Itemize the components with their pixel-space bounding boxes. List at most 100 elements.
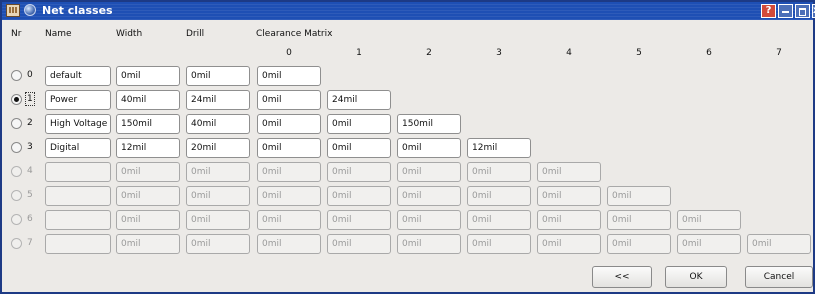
clearance-column-0: 0 [286, 48, 292, 58]
window-title: Net classes [42, 4, 113, 17]
back-button[interactable]: << [592, 266, 652, 288]
clearance-cell[interactable]: 0mil [257, 162, 321, 182]
clearance-column-7: 7 [776, 48, 782, 58]
clearance-cell[interactable]: 0mil [257, 138, 321, 158]
row-number: 6 [27, 214, 33, 224]
clearance-column-3: 3 [496, 48, 502, 58]
minimize-button[interactable] [778, 4, 793, 18]
clearance-cell[interactable]: 150mil [397, 114, 461, 134]
row-select-radio[interactable] [11, 94, 22, 105]
clearance-cell[interactable]: 0mil [677, 234, 741, 254]
net-class-name-field[interactable]: default [45, 66, 111, 86]
net-classes-dialog: Net classes ? x Nr Name Width Drill Clea… [0, 0, 815, 294]
row-number: 5 [27, 190, 33, 200]
track-width-field[interactable]: 40mil [116, 90, 180, 110]
clearance-cell[interactable]: 0mil [257, 186, 321, 206]
row-number: 0 [27, 70, 33, 80]
clearance-column-2: 2 [426, 48, 432, 58]
drill-field[interactable]: 0mil [186, 162, 250, 182]
app-menu-icon[interactable] [6, 4, 20, 17]
clearance-cell[interactable]: 24mil [327, 90, 391, 110]
header-name: Name [45, 29, 72, 39]
track-width-field[interactable]: 0mil [116, 162, 180, 182]
drill-field[interactable]: 0mil [186, 234, 250, 254]
row-select-radio[interactable] [11, 142, 22, 153]
ok-button[interactable]: OK [665, 266, 727, 288]
clearance-cell[interactable]: 0mil [257, 234, 321, 254]
clearance-cell[interactable]: 0mil [327, 114, 391, 134]
header-nr: Nr [11, 29, 22, 39]
net-class-name-field[interactable] [45, 162, 111, 182]
net-class-name-field[interactable]: Power [45, 90, 111, 110]
row-select-radio[interactable] [11, 190, 22, 201]
track-width-field[interactable]: 0mil [116, 210, 180, 230]
clearance-cell[interactable]: 0mil [607, 234, 671, 254]
net-class-name-field[interactable] [45, 210, 111, 230]
clearance-column-1: 1 [356, 48, 362, 58]
maximize-button[interactable] [795, 4, 810, 18]
clearance-cell[interactable]: 0mil [257, 66, 321, 86]
clearance-cell[interactable]: 0mil [327, 234, 391, 254]
clearance-cell[interactable]: 0mil [677, 210, 741, 230]
drill-field[interactable]: 0mil [186, 186, 250, 206]
row-select-radio[interactable] [11, 214, 22, 225]
clearance-cell[interactable]: 0mil [467, 210, 531, 230]
clearance-cell[interactable]: 0mil [537, 210, 601, 230]
track-width-field[interactable]: 0mil [116, 234, 180, 254]
clearance-cell[interactable]: 0mil [397, 138, 461, 158]
clearance-cell[interactable]: 0mil [537, 234, 601, 254]
net-class-name-field[interactable]: High Voltage [45, 114, 111, 134]
clearance-column-5: 5 [636, 48, 642, 58]
clearance-column-4: 4 [566, 48, 572, 58]
clearance-cell[interactable]: 0mil [607, 210, 671, 230]
row-number: 1 [25, 92, 35, 106]
globe-icon [24, 4, 36, 16]
clearance-cell[interactable]: 0mil [607, 186, 671, 206]
row-select-radio[interactable] [11, 70, 22, 81]
drill-field[interactable]: 24mil [186, 90, 250, 110]
clearance-cell[interactable]: 0mil [257, 90, 321, 110]
net-class-name-field[interactable] [45, 234, 111, 254]
clearance-column-6: 6 [706, 48, 712, 58]
clearance-cell[interactable]: 0mil [397, 210, 461, 230]
drill-field[interactable]: 40mil [186, 114, 250, 134]
track-width-field[interactable]: 0mil [116, 186, 180, 206]
clearance-cell[interactable]: 0mil [467, 234, 531, 254]
clearance-cell[interactable]: 0mil [397, 186, 461, 206]
clearance-cell[interactable]: 0mil [467, 186, 531, 206]
cancel-button[interactable]: Cancel [745, 266, 813, 288]
clearance-cell[interactable]: 0mil [467, 162, 531, 182]
row-number: 3 [27, 142, 33, 152]
track-width-field[interactable]: 12mil [116, 138, 180, 158]
clearance-cell[interactable]: 0mil [537, 162, 601, 182]
row-select-radio[interactable] [11, 118, 22, 129]
drill-field[interactable]: 0mil [186, 210, 250, 230]
net-class-name-field[interactable] [45, 186, 111, 206]
clearance-cell[interactable]: 0mil [327, 162, 391, 182]
row-select-radio[interactable] [11, 166, 22, 177]
clearance-cell[interactable]: 0mil [257, 114, 321, 134]
row-number: 2 [27, 118, 33, 128]
clearance-cell[interactable]: 0mil [537, 186, 601, 206]
row-number: 4 [27, 166, 33, 176]
drill-field[interactable]: 20mil [186, 138, 250, 158]
header-clearance-matrix: Clearance Matrix [256, 29, 333, 39]
help-button[interactable]: ? [761, 4, 776, 18]
row-select-radio[interactable] [11, 238, 22, 249]
clearance-cell[interactable]: 0mil [327, 138, 391, 158]
net-class-name-field[interactable]: Digital [45, 138, 111, 158]
clearance-cell[interactable]: 0mil [747, 234, 811, 254]
row-number: 7 [27, 238, 33, 248]
clearance-cell[interactable]: 0mil [397, 162, 461, 182]
track-width-field[interactable]: 150mil [116, 114, 180, 134]
header-drill: Drill [186, 29, 205, 39]
header-width: Width [116, 29, 143, 39]
title-bar[interactable]: Net classes ? x [2, 2, 815, 20]
clearance-cell[interactable]: 0mil [397, 234, 461, 254]
track-width-field[interactable]: 0mil [116, 66, 180, 86]
clearance-cell[interactable]: 12mil [467, 138, 531, 158]
drill-field[interactable]: 0mil [186, 66, 250, 86]
clearance-cell[interactable]: 0mil [327, 210, 391, 230]
clearance-cell[interactable]: 0mil [257, 210, 321, 230]
clearance-cell[interactable]: 0mil [327, 186, 391, 206]
